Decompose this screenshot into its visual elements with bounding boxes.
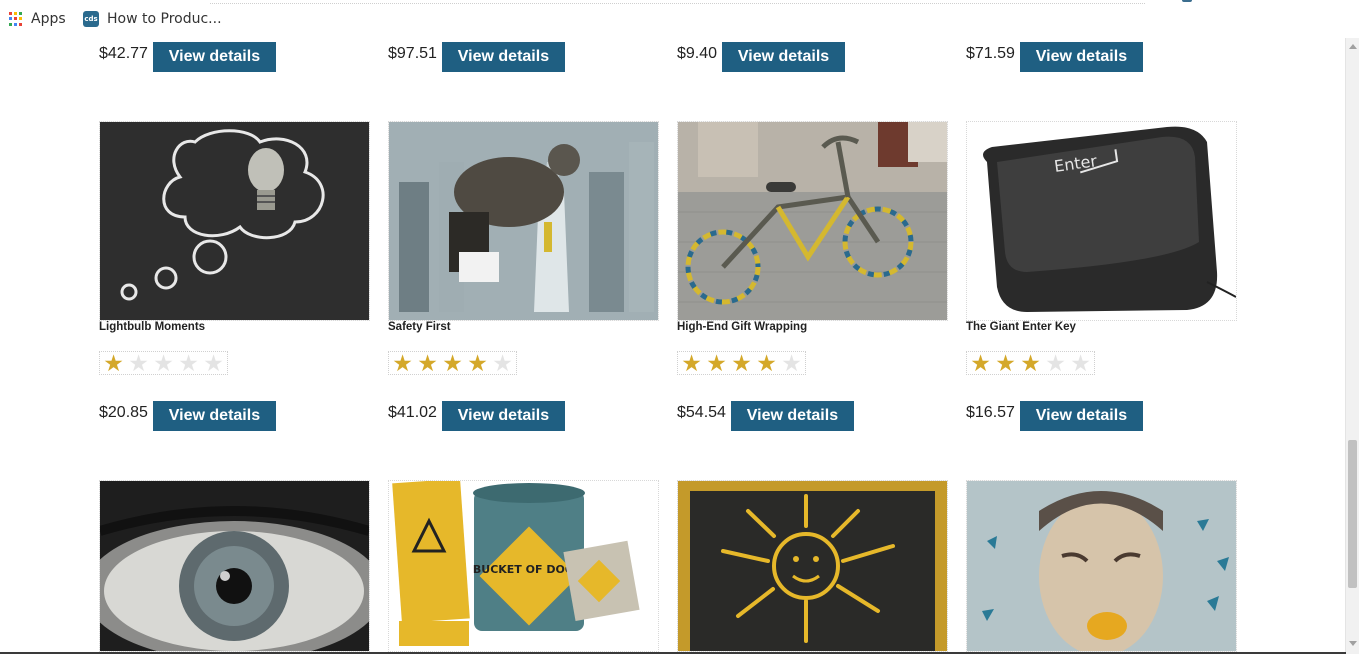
- star-filled-icon: ★: [467, 350, 488, 376]
- product-title[interactable]: High-End Gift Wrapping: [677, 321, 807, 333]
- product-price: $20.85: [99, 404, 148, 421]
- star-rating: ★ ★ ★ ★ ★: [388, 351, 517, 375]
- product-card: [99, 121, 370, 321]
- product-price: $54.54: [677, 404, 726, 421]
- city-rooftop-image[interactable]: [388, 121, 659, 321]
- sun-chalkboard-image[interactable]: [677, 480, 948, 652]
- star-empty-icon: ★: [781, 350, 802, 376]
- product-card: [99, 480, 370, 652]
- product-price: $16.57: [966, 404, 1015, 421]
- star-filled-icon: ★: [417, 350, 438, 376]
- star-filled-icon: ★: [392, 350, 413, 376]
- product-price: $97.51: [388, 45, 437, 62]
- view-details-button[interactable]: View details: [1019, 42, 1143, 72]
- product-price-row: $16.57 View details: [966, 401, 1143, 431]
- star-rating: ★ ★ ★ ★ ★: [677, 351, 806, 375]
- view-details-button[interactable]: View details: [441, 401, 565, 431]
- eye-closeup-image[interactable]: [99, 480, 370, 652]
- product-price: $71.59: [966, 45, 1015, 62]
- apps-label: Apps: [31, 11, 66, 27]
- star-filled-icon: ★: [103, 350, 124, 376]
- star-rating: ★ ★ ★ ★ ★: [966, 351, 1095, 375]
- view-details-button[interactable]: View details: [1019, 401, 1143, 431]
- view-details-button[interactable]: View details: [722, 42, 846, 72]
- product-price: $9.40: [677, 45, 718, 62]
- product-price-row: $71.59 View details: [966, 42, 1143, 72]
- product-price-row: $42.77 View details: [99, 42, 276, 72]
- product-price-row: $97.51 View details: [388, 42, 565, 72]
- product-card: [966, 480, 1237, 652]
- bookmark-favicon-icon: cds: [83, 11, 99, 27]
- star-filled-icon: ★: [731, 350, 752, 376]
- product-price: $41.02: [388, 404, 437, 421]
- bookmarks-bar: Apps cds How to Produc...: [0, 0, 1359, 38]
- product-card: [677, 480, 948, 652]
- product-card: BUCKET OF DOOM: [388, 480, 659, 652]
- view-details-button[interactable]: View details: [152, 42, 276, 72]
- star-empty-icon: ★: [153, 350, 174, 376]
- star-empty-icon: ★: [1045, 350, 1066, 376]
- scrollbar-thumb[interactable]: [1348, 440, 1357, 588]
- apps-shortcut[interactable]: Apps: [9, 11, 66, 27]
- view-details-button[interactable]: View details: [730, 401, 854, 431]
- product-price-row: $20.85 View details: [99, 401, 276, 431]
- scroll-up-arrow-icon[interactable]: [1349, 44, 1357, 49]
- product-price-row: $9.40 View details: [677, 42, 846, 72]
- star-empty-icon: ★: [492, 350, 513, 376]
- star-filled-icon: ★: [681, 350, 702, 376]
- star-filled-icon: ★: [756, 350, 777, 376]
- star-empty-icon: ★: [203, 350, 224, 376]
- star-rating: ★ ★ ★ ★ ★: [99, 351, 228, 375]
- product-card: Enter: [966, 121, 1237, 321]
- product-title[interactable]: Lightbulb Moments: [99, 321, 205, 333]
- star-empty-icon: ★: [128, 350, 149, 376]
- product-title[interactable]: Safety First: [388, 321, 451, 333]
- product-card: [388, 121, 659, 321]
- star-empty-icon: ★: [1070, 350, 1091, 376]
- apps-grid-icon: [9, 12, 23, 26]
- sour-face-man-image[interactable]: [966, 480, 1237, 652]
- product-title[interactable]: The Giant Enter Key: [966, 321, 1076, 333]
- extension-icon[interactable]: [1182, 0, 1192, 2]
- view-details-button[interactable]: View details: [152, 401, 276, 431]
- bookmark-how-to-produce[interactable]: cds How to Produc...: [83, 11, 222, 27]
- product-price: $42.77: [99, 45, 148, 62]
- lightbulb-thought-bubble-image[interactable]: [99, 121, 370, 321]
- knitted-bicycle-image[interactable]: [677, 121, 948, 321]
- scroll-down-arrow-icon[interactable]: [1349, 641, 1357, 646]
- bucket-of-doom-image[interactable]: BUCKET OF DOOM: [388, 480, 659, 652]
- star-filled-icon: ★: [706, 350, 727, 376]
- star-filled-icon: ★: [442, 350, 463, 376]
- vertical-scrollbar[interactable]: [1345, 38, 1359, 654]
- star-filled-icon: ★: [995, 350, 1016, 376]
- product-price-row: $54.54 View details: [677, 401, 854, 431]
- star-filled-icon: ★: [970, 350, 991, 376]
- enter-key-cushion-image[interactable]: Enter: [966, 121, 1237, 321]
- product-price-row: $41.02 View details: [388, 401, 565, 431]
- star-empty-icon: ★: [178, 350, 199, 376]
- view-details-button[interactable]: View details: [441, 42, 565, 72]
- star-filled-icon: ★: [1020, 350, 1041, 376]
- address-bar-edge: [210, 0, 1145, 4]
- bookmark-label: How to Produc...: [107, 11, 222, 27]
- product-card: [677, 121, 948, 321]
